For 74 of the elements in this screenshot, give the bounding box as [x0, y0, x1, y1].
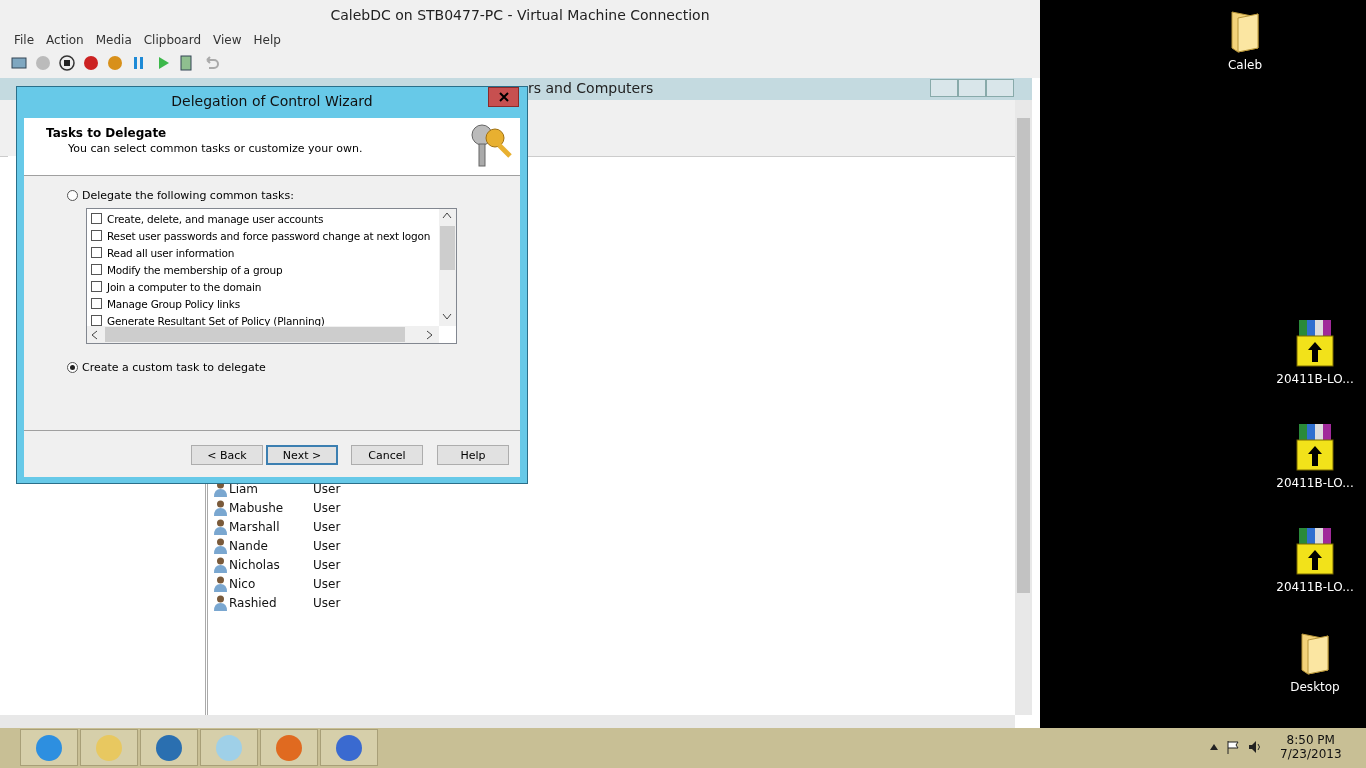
user-icon [214, 556, 227, 573]
window-title: CalebDC on STB0477-PC - Virtual Machine Connection [329, 6, 711, 25]
wizard-heading: Tasks to Delegate [46, 126, 167, 140]
scrollbar-thumb[interactable] [105, 327, 405, 342]
horizontal-scrollbar[interactable] [0, 715, 1015, 728]
clock-time[interactable]: 8:50 PM [1286, 733, 1335, 747]
task-label[interactable]: Generate Resultant Set of Policy (Planning) [107, 314, 325, 327]
user-name[interactable]: Nicholas [229, 557, 313, 572]
user-icon [214, 537, 227, 554]
scroll-right-icon[interactable] [426, 330, 434, 340]
object-type: User [313, 576, 341, 591]
object-type: User [313, 500, 341, 515]
task-label[interactable]: Join a computer to the domain [107, 280, 262, 293]
checkbox[interactable] [91, 298, 102, 309]
task-label[interactable]: Read all user information [107, 246, 235, 259]
task-label[interactable]: Manage Group Policy links [107, 297, 240, 310]
desktop-icon-label[interactable]: 20411B-LO... [1276, 580, 1354, 594]
checkbox[interactable] [91, 281, 102, 292]
task-label[interactable]: Modify the membership of a group [107, 263, 283, 276]
menu-item[interactable]: Help [247, 31, 287, 49]
dialog-button[interactable]: Cancel [351, 445, 423, 465]
checkbox[interactable] [91, 247, 102, 258]
radio-button[interactable] [67, 362, 78, 373]
desktop-icon-label[interactable]: Desktop [1290, 680, 1340, 694]
object-type: User [313, 538, 341, 553]
radio-label[interactable]: Create a custom task to delegate [82, 361, 266, 374]
radio-button[interactable] [67, 190, 78, 201]
desktop-icon-label[interactable]: 20411B-LO... [1276, 372, 1354, 386]
wizard-subheading: You can select common tasks or customize your own. [68, 142, 363, 155]
task-label[interactable]: Reset user passwords and force password change at next logon [107, 229, 431, 242]
scroll-up-icon[interactable] [442, 211, 452, 219]
radio-label[interactable]: Delegate the following common tasks: [82, 189, 294, 202]
object-type: User [313, 595, 341, 610]
scrollbar-thumb[interactable] [440, 226, 455, 270]
scroll-left-icon[interactable] [90, 330, 98, 340]
vertical-scrollbar[interactable] [1015, 100, 1032, 715]
close-icon [498, 92, 509, 102]
user-icon [214, 499, 227, 516]
user-name[interactable]: Nico [229, 576, 313, 591]
object-type: User [313, 557, 341, 572]
dialog-button[interactable]: Help [437, 445, 509, 465]
window-title: rs and Computers [528, 80, 654, 96]
dialog-button[interactable]: Next > [266, 445, 338, 465]
scrollbar-thumb[interactable] [1017, 118, 1030, 593]
menu-item[interactable]: Clipboard [137, 31, 208, 49]
task-label[interactable]: Create, delete, and manage user accounts [107, 212, 324, 225]
user-icon [214, 518, 227, 535]
caret-icon[interactable] [1210, 744, 1218, 750]
checkbox[interactable] [91, 213, 102, 224]
keys-icon [468, 122, 512, 168]
user-name[interactable]: Nande [229, 538, 313, 553]
flag-icon[interactable] [1226, 740, 1240, 754]
checkbox[interactable] [91, 264, 102, 275]
menu-item[interactable]: File [8, 31, 41, 49]
menu-item[interactable]: Media [89, 31, 138, 49]
dialog-button[interactable]: < Back [191, 445, 263, 465]
stop-icon[interactable] [58, 54, 76, 72]
menu-item[interactable]: View [207, 31, 248, 49]
dialog-title: Delegation of Control Wizard [170, 92, 374, 111]
menu-item[interactable]: Action [40, 31, 90, 49]
object-type: User [313, 481, 341, 496]
user-name[interactable]: Mabushe [229, 500, 313, 515]
checkbox[interactable] [91, 230, 102, 241]
user-name[interactable]: Liam [229, 481, 313, 496]
clock-date[interactable]: 7/23/2013 [1280, 747, 1342, 761]
user-icon [214, 594, 227, 611]
checkbox[interactable] [91, 315, 102, 326]
desktop-icon-label[interactable]: 20411B-LO... [1276, 476, 1354, 490]
user-name[interactable]: Marshall [229, 519, 313, 534]
user-name[interactable]: Rashied [229, 595, 313, 610]
desktop-icon-label[interactable]: Caleb [1227, 58, 1263, 72]
object-type: User [313, 519, 341, 534]
user-icon [214, 575, 227, 592]
scroll-down-icon[interactable] [442, 313, 452, 321]
